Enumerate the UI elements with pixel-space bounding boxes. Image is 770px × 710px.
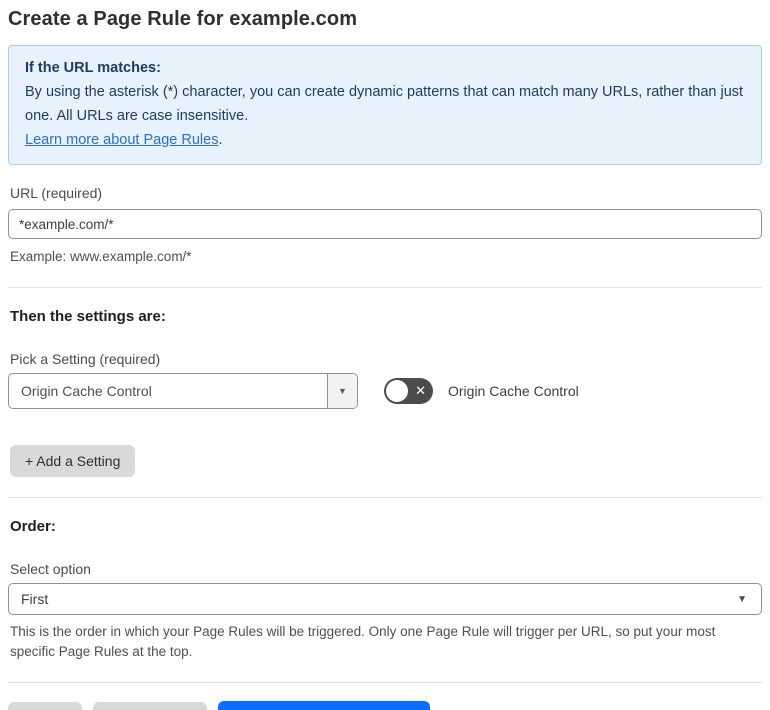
order-section-heading: Order: — [10, 518, 56, 535]
pick-setting-label: Pick a Setting (required) — [10, 351, 161, 367]
url-match-info-box: If the URL matches: By using the asteris… — [8, 45, 762, 165]
chevron-down-icon: ▼ — [338, 386, 347, 396]
divider-url-settings — [8, 287, 762, 288]
footer-actions: Cancel Save as Draft Save and Deploy Pag… — [8, 701, 762, 710]
order-select[interactable]: First ▼ — [8, 583, 762, 615]
divider-settings-order — [8, 497, 762, 498]
settings-section-heading: Then the settings are: — [10, 308, 166, 325]
page-rule-form: Create a Page Rule for example.com If th… — [0, 0, 770, 710]
info-box-body: By using the asterisk (*) character, you… — [25, 84, 744, 124]
url-example-helper: Example: www.example.com/* — [10, 249, 192, 264]
setting-select-arrow-button[interactable]: ▼ — [327, 374, 357, 408]
order-helper-text: This is the order in which your Page Rul… — [10, 624, 716, 659]
link-period: . — [218, 132, 223, 148]
setting-select[interactable]: Origin Cache Control ▼ — [8, 373, 358, 409]
url-field-label: URL (required) — [10, 185, 103, 201]
info-box-link-line: Learn more about Page Rules. — [25, 128, 745, 152]
add-setting-button[interactable]: + Add a Setting — [10, 445, 136, 477]
divider-order-footer — [8, 682, 762, 683]
setting-select-value: Origin Cache Control — [21, 383, 152, 399]
url-input[interactable] — [8, 209, 762, 239]
order-select-value: First — [21, 591, 49, 607]
save-as-draft-button[interactable]: Save as Draft — [92, 702, 208, 710]
order-select-label: Select option — [10, 561, 91, 577]
chevron-down-icon: ▼ — [737, 593, 747, 605]
setting-row: Origin Cache Control ▼ ✕ Origin Cache Co… — [8, 373, 762, 409]
toggle-label: Origin Cache Control — [448, 383, 579, 399]
origin-cache-control-toggle[interactable]: ✕ — [384, 378, 433, 404]
toggle-knob — [386, 380, 408, 402]
info-box-heading: If the URL matches: — [25, 60, 161, 76]
cancel-button[interactable]: Cancel — [8, 702, 82, 710]
learn-more-link[interactable]: Learn more about Page Rules — [25, 132, 218, 148]
page-title: Create a Page Rule for example.com — [8, 8, 358, 30]
toggle-off-x-icon: ✕ — [415, 383, 426, 398]
save-and-deploy-button[interactable]: Save and Deploy Page Rule — [218, 701, 431, 710]
